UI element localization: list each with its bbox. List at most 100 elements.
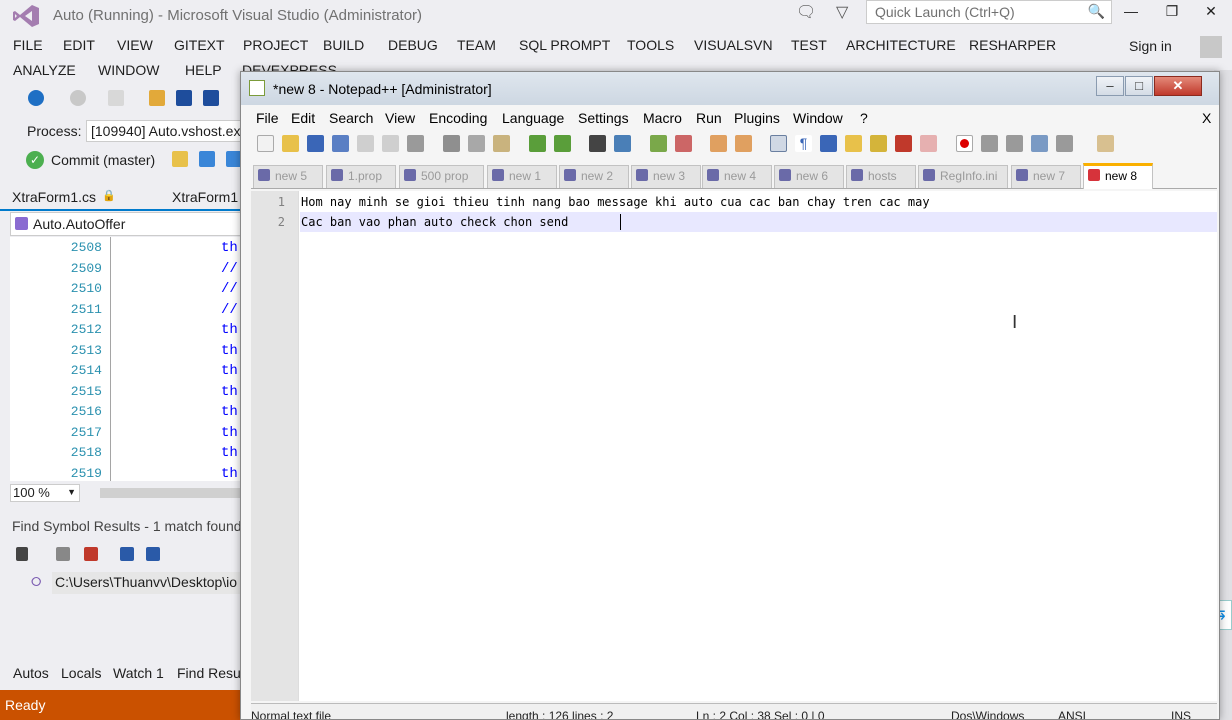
run-macro-multiple-icon[interactable] (1031, 135, 1048, 152)
restore-button[interactable]: ❐ (1157, 3, 1187, 25)
tab-new-6[interactable]: new 6 (774, 165, 844, 188)
menu-visualsvn[interactable]: VISUALSVN (694, 37, 773, 53)
save-icon[interactable] (307, 135, 324, 152)
menu-project[interactable]: PROJECT (243, 37, 308, 53)
tab-locals[interactable]: Locals (61, 665, 101, 681)
tab-xtraform1-designer[interactable]: XtraForm1 (172, 189, 238, 205)
menu-view[interactable]: VIEW (117, 37, 153, 53)
menu-edit[interactable]: EDIT (63, 37, 95, 53)
menu-gitext[interactable]: GITEXT (174, 37, 225, 53)
folder-icon[interactable] (172, 151, 188, 167)
redo-icon[interactable] (554, 135, 571, 152)
save-macro-icon[interactable] (1056, 135, 1073, 152)
tab-new-4[interactable]: new 4 (702, 165, 772, 188)
record-macro-icon[interactable] (956, 135, 973, 152)
sign-in-link[interactable]: Sign in (1129, 38, 1172, 54)
undo-icon[interactable] (529, 135, 546, 152)
tab-new-1[interactable]: new 1 (487, 165, 557, 188)
sync-horizontal-icon[interactable] (735, 135, 752, 152)
clear-all-icon[interactable] (84, 547, 98, 561)
menu-architecture[interactable]: ARCHITECTURE (846, 37, 956, 53)
npp-menu-file[interactable]: File (256, 110, 279, 126)
avatar[interactable] (1200, 36, 1222, 58)
tab-reginfo-ini[interactable]: RegInfo.ini (918, 165, 1008, 188)
npp-menu-run[interactable]: Run (696, 110, 722, 126)
menu-build[interactable]: BUILD (323, 37, 364, 53)
text-line[interactable]: Cac ban vao phan auto check chon send (301, 215, 568, 229)
menu-tools[interactable]: TOOLS (627, 37, 674, 53)
paste-icon[interactable] (493, 135, 510, 152)
tab-new-2[interactable]: new 2 (559, 165, 629, 188)
monitoring-icon[interactable] (920, 135, 937, 152)
menu-team[interactable]: TEAM (457, 37, 496, 53)
filter-icon[interactable]: ▽ (836, 2, 848, 22)
folder-as-workspace-icon[interactable] (845, 135, 862, 152)
npp-menu-search[interactable]: Search (329, 110, 373, 126)
save-all-icon[interactable] (332, 135, 349, 152)
go-to-location-icon[interactable] (16, 547, 28, 561)
print-icon[interactable] (407, 135, 424, 152)
zoom-in-icon[interactable] (650, 135, 667, 152)
navigate-forward-icon[interactable] (70, 90, 86, 106)
commit-button[interactable]: Commit (master) (51, 152, 155, 168)
tab-1-prop[interactable]: 1.prop (326, 165, 396, 188)
tab-new-3[interactable]: new 3 (631, 165, 701, 188)
copy-icon[interactable] (468, 135, 485, 152)
menu-test[interactable]: TEST (791, 37, 827, 53)
npp-menu-language[interactable]: Language (502, 110, 564, 126)
function-list-icon[interactable] (895, 135, 912, 152)
npp-menu-encoding[interactable]: Encoding (429, 110, 487, 126)
menu-resharper[interactable]: RESHARPER (969, 37, 1056, 53)
tab-xtraform1-cs[interactable]: XtraForm1.cs (12, 189, 96, 205)
open-file-icon[interactable] (282, 135, 299, 152)
pull-arrow-icon[interactable] (199, 151, 215, 167)
npp-menu-help[interactable]: ? (860, 110, 868, 126)
new-file-icon[interactable] (257, 135, 274, 152)
pin-icon[interactable]: 🔒 (102, 189, 116, 202)
zoom-out-icon[interactable] (675, 135, 692, 152)
close-file-icon[interactable] (357, 135, 374, 152)
menu-debug[interactable]: DEBUG (388, 37, 438, 53)
tab-new-7[interactable]: new 7 (1011, 165, 1081, 188)
feedback-icon[interactable]: 🗨 (796, 2, 816, 22)
npp-text-editor[interactable]: 1 Hom nay minh se gioi thieu tinh nang b… (251, 191, 1217, 701)
npp-menu-macro[interactable]: Macro (643, 110, 682, 126)
previous-location-icon[interactable] (120, 547, 134, 561)
sync-vertical-icon[interactable] (710, 135, 727, 152)
document-map-icon[interactable] (870, 135, 887, 152)
menu-file[interactable]: FILE (13, 37, 43, 53)
npp-close-button[interactable]: ✕ (1154, 76, 1202, 96)
plugin-icon[interactable] (1097, 135, 1114, 152)
show-all-characters-icon[interactable]: ¶ (795, 135, 812, 152)
npp-menu-view[interactable]: View (385, 110, 415, 126)
npp-menu-plugins[interactable]: Plugins (734, 110, 780, 126)
close-button[interactable]: ✕ (1196, 3, 1226, 25)
npp-minimize-button[interactable]: – (1096, 76, 1124, 96)
menu-window[interactable]: WINDOW (98, 62, 159, 78)
find-result-item[interactable]: C:\Users\Thuanvv\Desktop\io (52, 572, 245, 594)
menu-sql-prompt[interactable]: SQL PROMPT (519, 37, 610, 53)
replace-icon[interactable] (614, 135, 631, 152)
stop-recording-icon[interactable] (981, 135, 998, 152)
vs-code-editor[interactable]: 2508 th 2509 // 2510 // 2511 // 2512 th … (10, 237, 245, 481)
npp-menu-settings[interactable]: Settings (578, 110, 629, 126)
tab-new-8[interactable]: new 8 (1083, 163, 1153, 189)
npp-menu-window[interactable]: Window (793, 110, 843, 126)
cut-icon[interactable] (443, 135, 460, 152)
minimize-button[interactable]: — (1116, 3, 1146, 25)
tab-500-prop[interactable]: 500 prop (399, 165, 484, 188)
copy-icon[interactable] (56, 547, 70, 561)
save-icon[interactable] (176, 90, 192, 106)
menu-help[interactable]: HELP (185, 62, 222, 78)
horizontal-scrollbar[interactable] (100, 488, 245, 498)
save-all-icon[interactable] (203, 90, 219, 106)
process-select[interactable]: [109940] Auto.vshost.exe (86, 120, 246, 142)
quick-launch-input[interactable]: Quick Launch (Ctrl+Q) 🔍 (866, 0, 1112, 24)
tab-hosts[interactable]: hosts (846, 165, 916, 188)
new-project-icon[interactable] (108, 90, 124, 106)
close-document-icon[interactable]: X (1202, 110, 1211, 126)
open-file-icon[interactable] (149, 90, 165, 106)
npp-maximize-button[interactable]: □ (1125, 76, 1153, 96)
indent-guide-icon[interactable] (820, 135, 837, 152)
zoom-select[interactable]: 100 % ▼ (10, 484, 80, 502)
